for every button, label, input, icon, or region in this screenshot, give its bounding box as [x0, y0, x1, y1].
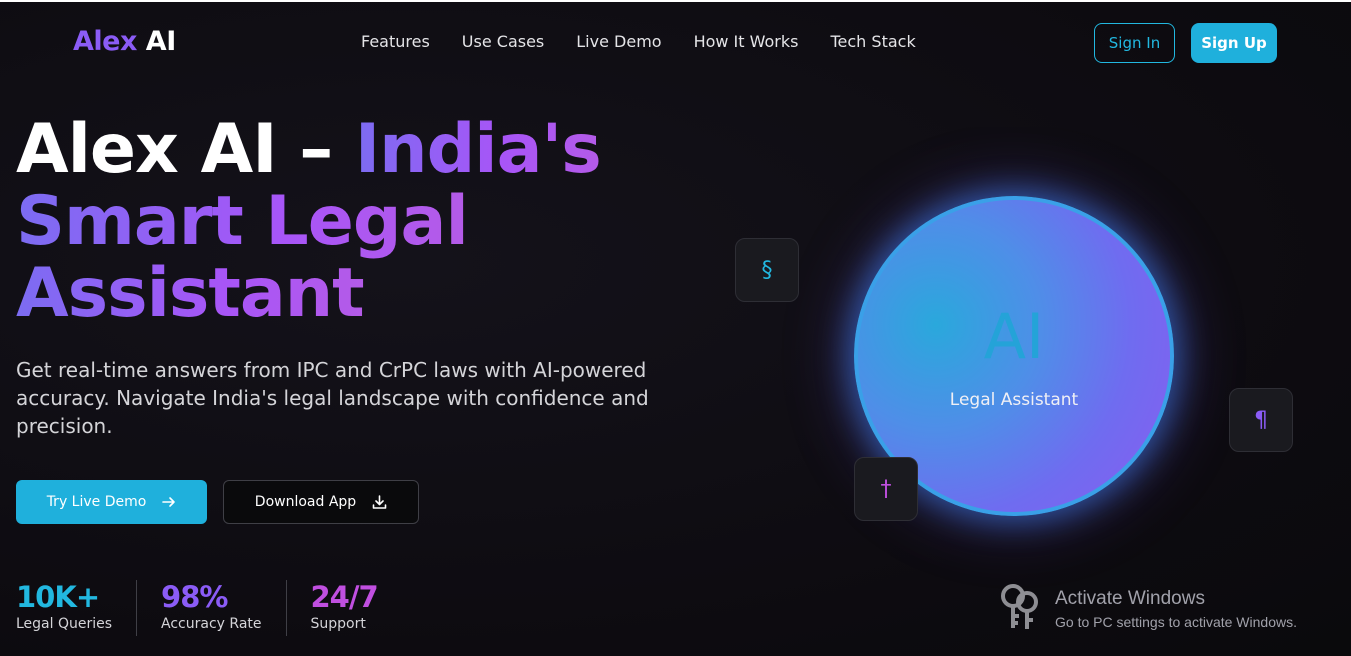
nav-link-use-cases[interactable]: Use Cases — [462, 32, 544, 51]
nav-menu: Features Use Cases Live Demo How It Work… — [361, 32, 948, 51]
key-icon — [1000, 582, 1048, 636]
nav-link-features[interactable]: Features — [361, 32, 430, 51]
dagger-symbol-icon: † — [854, 457, 918, 521]
stat-item: 24/7 Support — [311, 580, 402, 636]
nav-link-how-it-works[interactable]: How It Works — [694, 32, 799, 51]
stat-item: 10K+ Legal Queries — [16, 580, 138, 636]
arrow-right-icon — [162, 495, 176, 509]
hero-title-line3: Assistant — [16, 254, 365, 333]
stat-value: 98% — [161, 580, 228, 614]
download-app-label: Download App — [254, 494, 357, 510]
hero-title-highlight: India's — [354, 110, 602, 189]
nav-link-tech-stack[interactable]: Tech Stack — [830, 32, 915, 51]
hero-title-line2: Smart Legal — [16, 182, 469, 261]
section-symbol-icon: § — [735, 238, 799, 302]
stat-label: Accuracy Rate — [161, 616, 262, 632]
sign-up-button[interactable]: Sign Up — [1191, 23, 1277, 63]
stat-value: 10K+ — [16, 580, 100, 614]
stat-label: Support — [310, 616, 366, 632]
watermark-subtitle: Go to PC settings to activate Windows. — [1055, 614, 1297, 630]
try-live-demo-button[interactable]: Try Live Demo — [16, 480, 207, 524]
stat-value: 24/7 — [310, 580, 379, 614]
activate-windows-watermark: Activate Windows Go to PC settings to ac… — [1000, 582, 1340, 638]
orb-title: AI — [983, 300, 1045, 373]
page: Alex AI Features Use Cases Live Demo How… — [0, 0, 1351, 656]
download-app-button[interactable]: Download App — [223, 480, 419, 524]
stats-row: 10K+ Legal Queries 98% Accuracy Rate 24/… — [16, 580, 426, 636]
hero-subtitle: Get real-time answers from IPC and CrPC … — [16, 358, 649, 438]
stat-item: 98% Accuracy Rate — [161, 580, 287, 636]
download-icon — [372, 494, 387, 510]
brand-logo[interactable]: Alex AI — [73, 26, 176, 57]
try-live-demo-label: Try Live Demo — [46, 494, 147, 510]
paragraph-symbol-icon: ¶ — [1229, 388, 1293, 452]
orb-label: Legal Assistant — [949, 390, 1079, 410]
nav-link-live-demo[interactable]: Live Demo — [576, 32, 661, 51]
hero-title-white: Alex AI – — [16, 110, 355, 189]
brand-part2: AI — [145, 26, 176, 57]
top-nav: Alex AI Features Use Cases Live Demo How… — [0, 2, 1351, 82]
stat-label: Legal Queries — [16, 616, 113, 632]
watermark-title: Activate Windows — [1055, 588, 1205, 609]
brand-part1: Alex — [73, 26, 137, 57]
sign-in-button[interactable]: Sign In — [1094, 23, 1175, 63]
hero-title: Alex AI – India's Smart Legal Assistant — [16, 114, 696, 330]
